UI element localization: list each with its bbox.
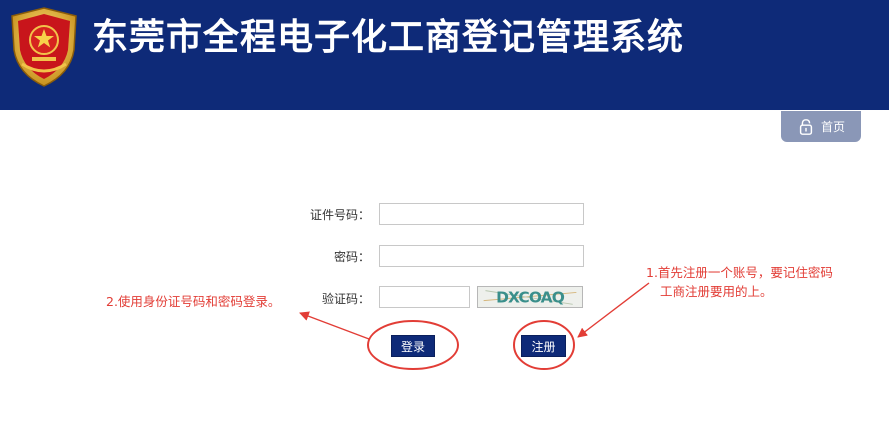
lock-icon <box>799 118 813 135</box>
id-number-label: 证件号码： <box>309 208 370 222</box>
system-title: 东莞市全程电子化工商登记管理系统 <box>92 17 685 58</box>
captcha-image[interactable]: DXCOAQ <box>477 286 583 308</box>
register-arrow <box>577 282 650 338</box>
password-input[interactable] <box>379 245 584 267</box>
captcha-label: 验证码： <box>321 292 370 306</box>
login-arrow <box>299 311 370 340</box>
login-tip: 2.使用身份证号码和密码登录。 <box>106 294 281 309</box>
national-emblem-icon <box>11 7 77 87</box>
home-button-label: 首页 <box>820 120 845 134</box>
home-button[interactable]: 首页 <box>781 111 861 142</box>
register-button[interactable]: 注册 <box>521 335 566 357</box>
captcha-input[interactable] <box>379 286 470 308</box>
id-number-input[interactable] <box>379 203 584 225</box>
captcha-text: DXCOAQ <box>496 288 565 306</box>
register-tip-line1: 1.首先注册一个账号，要记住密码 <box>646 265 833 280</box>
password-label: 密码： <box>333 250 370 264</box>
register-tip-line2: 工商注册要用的上。 <box>660 284 773 299</box>
login-button[interactable]: 登录 <box>391 335 435 357</box>
header-banner: 东莞市全程电子化工商登记管理系统 <box>0 0 889 110</box>
